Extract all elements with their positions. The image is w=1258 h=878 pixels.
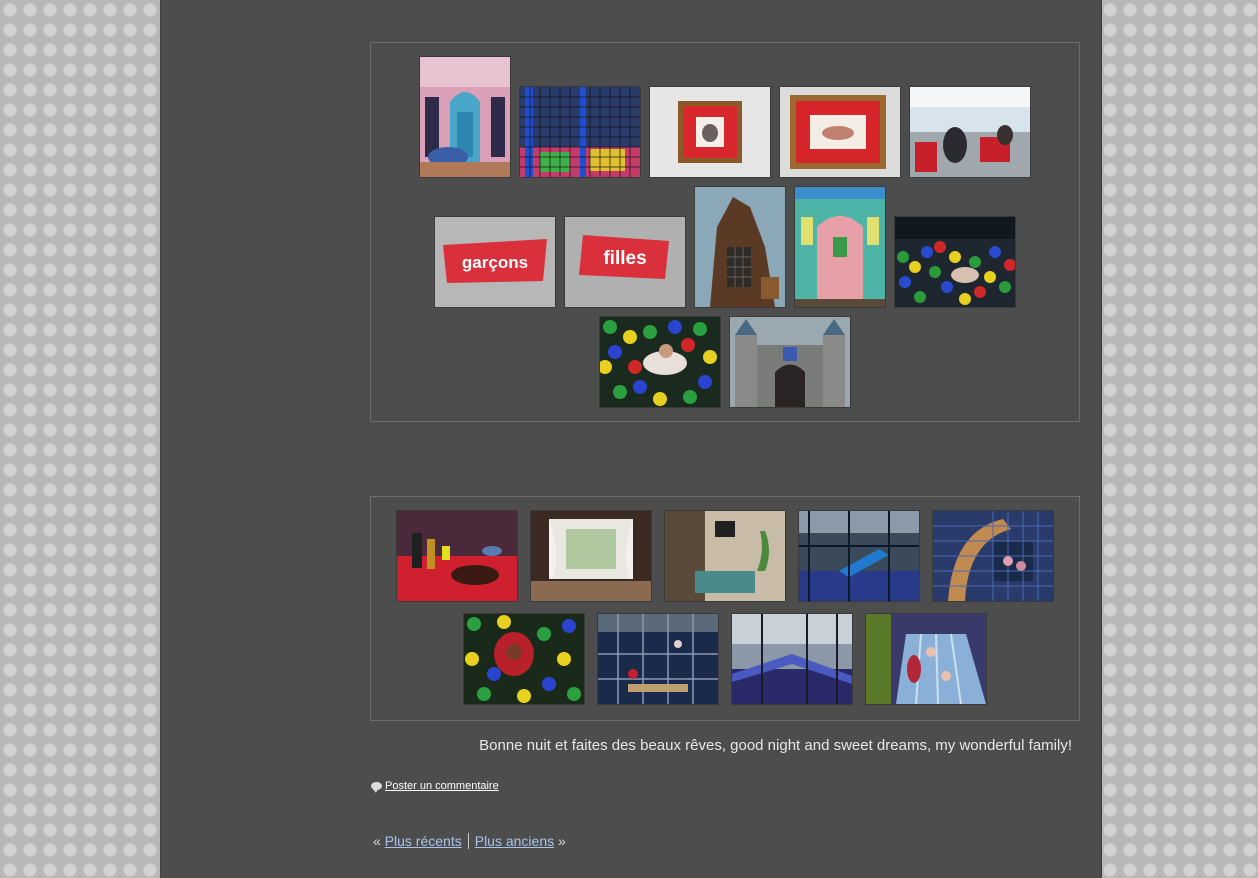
photo-sign-boys[interactable]: garçons bbox=[435, 217, 555, 307]
photo-slide-kids[interactable] bbox=[866, 614, 986, 704]
photo-playground-net[interactable] bbox=[520, 87, 640, 177]
photo-climbing-frame[interactable] bbox=[598, 614, 718, 704]
photo-play-structure[interactable] bbox=[799, 511, 919, 601]
photo-window-curtains[interactable] bbox=[531, 511, 651, 601]
photo-painted-door[interactable] bbox=[420, 57, 510, 177]
photo-ball-pit[interactable] bbox=[895, 217, 1015, 307]
photo-castle-wall[interactable] bbox=[730, 317, 850, 407]
photo-slide-tower[interactable] bbox=[933, 511, 1053, 601]
photo-indoor-hall[interactable] bbox=[732, 614, 852, 704]
older-posts-link[interactable]: Plus anciens bbox=[475, 833, 554, 849]
post-comment-label[interactable]: Poster un commentaire bbox=[385, 780, 499, 792]
photo-framed-cat[interactable] bbox=[650, 87, 770, 177]
sign-boys-text: garçons bbox=[462, 253, 528, 272]
newer-posts-link[interactable]: Plus récents bbox=[385, 833, 462, 849]
photo-ball-pit-kid-red[interactable] bbox=[464, 614, 584, 704]
photo-rock-tower[interactable] bbox=[695, 187, 785, 307]
photo-cafe-area[interactable] bbox=[910, 87, 1030, 177]
sign-girls-text: filles bbox=[603, 248, 646, 269]
speech-bubble-icon bbox=[371, 782, 382, 793]
photo-sign-girls[interactable]: filles bbox=[565, 217, 685, 307]
photo-framed-animal[interactable] bbox=[780, 87, 900, 177]
photo-ball-pit-child[interactable] bbox=[600, 317, 720, 407]
right-arrow-glyph: » bbox=[558, 833, 566, 849]
pagination: « Plus récents Plus anciens » bbox=[373, 833, 566, 849]
photo-birthday-table[interactable] bbox=[397, 511, 517, 601]
post-caption: Bonne nuit et faites des beaux rêves, go… bbox=[479, 737, 1072, 754]
pager-divider bbox=[467, 833, 469, 849]
photo-lounge-room[interactable] bbox=[665, 511, 785, 601]
post-comment-link[interactable]: Poster un commentaire bbox=[371, 780, 499, 793]
left-arrow-glyph: « bbox=[373, 833, 381, 849]
photo-pink-door[interactable] bbox=[795, 187, 885, 307]
